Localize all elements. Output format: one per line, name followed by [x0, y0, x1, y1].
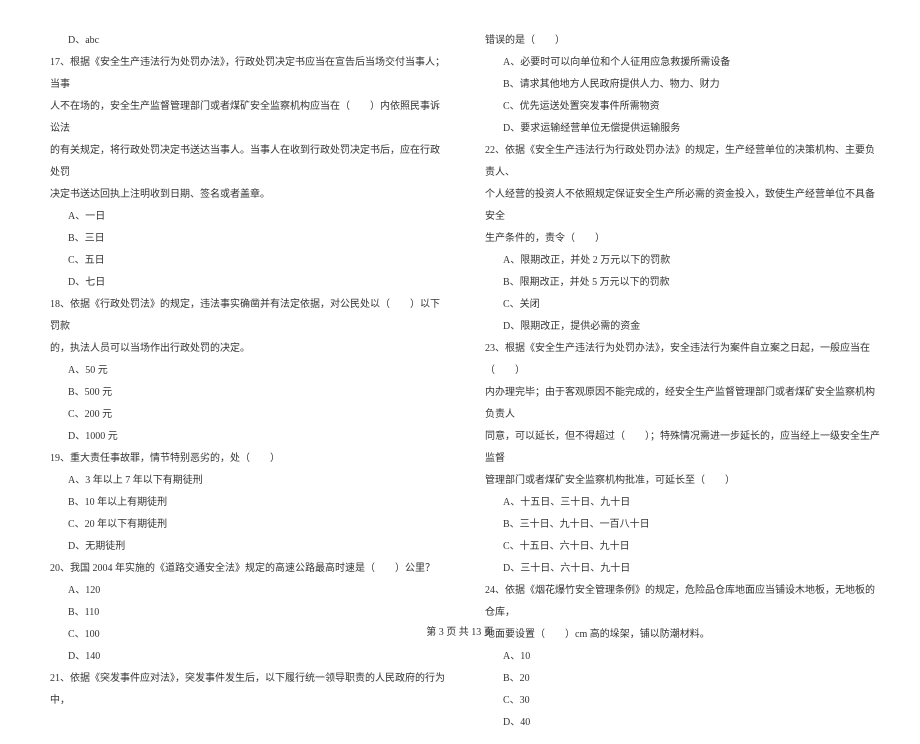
- text-line: B、限期改正，并处 5 万元以下的罚款: [475, 272, 880, 294]
- text-line: 20、我国 2004 年实施的《道路交通安全法》规定的高速公路最高时速是（ ）公…: [40, 558, 445, 580]
- text-line: 同意，可以延长，但不得超过（ ）；特殊情况需进一步延长的，应当经上一级安全生产监…: [475, 426, 880, 470]
- text-line: A、10: [475, 646, 880, 668]
- text-line: C、30: [475, 690, 880, 712]
- text-line: D、七日: [40, 272, 445, 294]
- text-line: 个人经营的投资人不依照规定保证安全生产所必需的资金投入，致使生产经营单位不具备安…: [475, 184, 880, 228]
- text-line: 23、根据《安全生产违法行为处罚办法》，安全违法行为案件自立案之日起，一般应当在…: [475, 338, 880, 382]
- text-line: D、40: [475, 712, 880, 734]
- text-line: C、五日: [40, 250, 445, 272]
- text-line: A、50 元: [40, 360, 445, 382]
- text-line: C、优先运送处置突发事件所需物资: [475, 96, 880, 118]
- text-line: A、十五日、三十日、九十日: [475, 492, 880, 514]
- text-line: C、200 元: [40, 404, 445, 426]
- text-line: 管理部门或者煤矿安全监察机构批准，可延长至（ ）: [475, 470, 880, 492]
- text-line: 生产条件的，责令（ ）: [475, 228, 880, 250]
- text-line: D、1000 元: [40, 426, 445, 448]
- text-line: 19、重大责任事故罪，情节特别恶劣的，处（ ）: [40, 448, 445, 470]
- text-line: C、十五日、六十日、九十日: [475, 536, 880, 558]
- text-line: D、要求运输经营单位无偿提供运输服务: [475, 118, 880, 140]
- text-line: B、三十日、九十日、一百八十日: [475, 514, 880, 536]
- text-line: 24、依据《烟花爆竹安全管理条例》的规定，危险品仓库地面应当铺设木地板，无地板的…: [475, 580, 880, 624]
- text-line: 的有关规定，将行政处罚决定书送达当事人。当事人在收到行政处罚决定书后，应在行政处…: [40, 140, 445, 184]
- text-line: B、三日: [40, 228, 445, 250]
- text-line: 内办理完毕；由于客观原因不能完成的，经安全生产监督管理部门或者煤矿安全监察机构负…: [475, 382, 880, 426]
- text-line: B、10 年以上有期徒刑: [40, 492, 445, 514]
- text-line: 决定书送达回执上注明收到日期、签名或者盖章。: [40, 184, 445, 206]
- text-line: D、abc: [40, 30, 445, 52]
- text-line: 22、依据《安全生产违法行为行政处罚办法》的规定，生产经营单位的决策机构、主要负…: [475, 140, 880, 184]
- text-line: 的，执法人员可以当场作出行政处罚的决定。: [40, 338, 445, 360]
- text-line: D、限期改正，提供必需的资金: [475, 316, 880, 338]
- text-line: A、限期改正，并处 2 万元以下的罚款: [475, 250, 880, 272]
- text-line: C、关闭: [475, 294, 880, 316]
- text-line: D、140: [40, 646, 445, 668]
- text-line: B、500 元: [40, 382, 445, 404]
- text-line: 人不在场的，安全生产监督管理部门或者煤矿安全监察机构应当在（ ）内依照民事诉讼法: [40, 96, 445, 140]
- text-line: A、120: [40, 580, 445, 602]
- text-line: A、必要时可以向单位和个人征用应急救援所需设备: [475, 52, 880, 74]
- text-line: B、请求其他地方人民政府提供人力、物力、财力: [475, 74, 880, 96]
- text-line: A、一日: [40, 206, 445, 228]
- text-line: D、三十日、六十日、九十日: [475, 558, 880, 580]
- page-footer: 第 3 页 共 13 页: [0, 623, 920, 638]
- text-line: 17、根据《安全生产违法行为处罚办法》，行政处罚决定书应当在宣告后当场交付当事人…: [40, 52, 445, 96]
- text-line: B、110: [40, 602, 445, 624]
- text-line: D、无期徒刑: [40, 536, 445, 558]
- text-line: 21、依据《突发事件应对法》，突发事件发生后，以下履行统一领导职责的人民政府的行…: [40, 668, 445, 712]
- text-line: 错误的是（ ）: [475, 30, 880, 52]
- text-line: B、20: [475, 668, 880, 690]
- text-line: 18、依据《行政处罚法》的规定，违法事实确凿并有法定依据，对公民处以（ ）以下罚…: [40, 294, 445, 338]
- text-line: C、20 年以下有期徒刑: [40, 514, 445, 536]
- text-line: A、3 年以上 7 年以下有期徒刑: [40, 470, 445, 492]
